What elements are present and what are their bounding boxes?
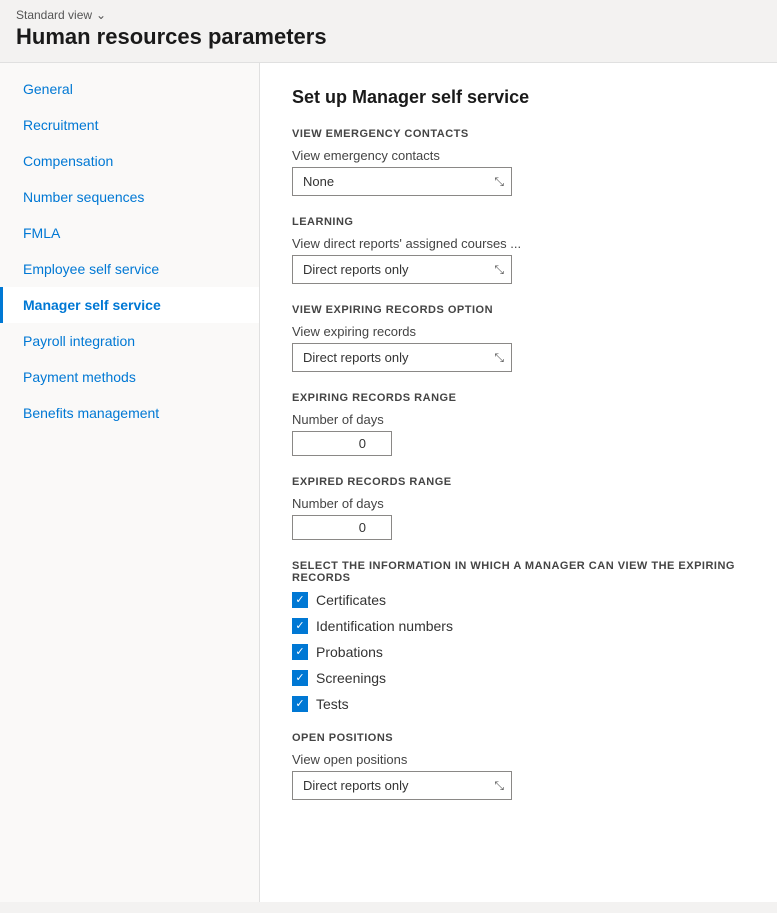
- learning-header: LEARNING: [292, 216, 745, 228]
- checkbox-item-identification-numbers[interactable]: ✓ Identification numbers: [292, 618, 745, 634]
- checkbox-item-certificates[interactable]: ✓ Certificates: [292, 592, 745, 608]
- checkmark-icon: ✓: [295, 673, 304, 684]
- expiring-range-group: EXPIRING RECORDS RANGE Number of days: [292, 392, 745, 456]
- emergency-contacts-dropdown-wrapper: None Direct reports only All ⤡: [292, 167, 512, 196]
- content-area: Set up Manager self service VIEW EMERGEN…: [260, 63, 777, 902]
- checkbox-label-probations: Probations: [316, 644, 383, 660]
- sidebar-item-general[interactable]: General: [0, 71, 259, 107]
- expired-range-input-wrapper: [292, 515, 392, 540]
- header: Standard view ⌄ Human resources paramete…: [0, 0, 777, 62]
- learning-group: LEARNING View direct reports' assigned c…: [292, 216, 745, 284]
- learning-dropdown-wrapper: None Direct reports only All ⤡: [292, 255, 512, 284]
- expired-range-header: EXPIRED RECORDS RANGE: [292, 476, 745, 488]
- sidebar-item-recruitment[interactable]: Recruitment: [0, 107, 259, 143]
- sidebar-item-payroll-integration[interactable]: Payroll integration: [0, 323, 259, 359]
- checkmark-icon: ✓: [295, 647, 304, 658]
- view-expiring-header: VIEW EXPIRING RECORDS OPTION: [292, 304, 745, 316]
- checkbox-box-tests: ✓: [292, 696, 308, 712]
- view-expiring-field-label: View expiring records: [292, 324, 745, 339]
- emergency-contacts-field-label: View emergency contacts: [292, 148, 745, 163]
- learning-field-label: View direct reports' assigned courses ..…: [292, 236, 745, 251]
- select-info-header: SELECT THE INFORMATION IN WHICH A MANAGE…: [292, 560, 745, 584]
- checkbox-item-probations[interactable]: ✓ Probations: [292, 644, 745, 660]
- view-expiring-dropdown-wrapper: None Direct reports only All ⤡: [292, 343, 512, 372]
- expired-range-field-label: Number of days: [292, 496, 745, 511]
- expiring-range-header: EXPIRING RECORDS RANGE: [292, 392, 745, 404]
- checkbox-item-tests[interactable]: ✓ Tests: [292, 696, 745, 712]
- sidebar: GeneralRecruitmentCompensationNumber seq…: [0, 63, 260, 902]
- expired-range-group: EXPIRED RECORDS RANGE Number of days: [292, 476, 745, 540]
- checkbox-box-screenings: ✓: [292, 670, 308, 686]
- open-positions-field-label: View open positions: [292, 752, 745, 767]
- expiring-range-input[interactable]: [301, 436, 381, 451]
- emergency-contacts-group: VIEW EMERGENCY CONTACTS View emergency c…: [292, 128, 745, 196]
- sidebar-item-fmla[interactable]: FMLA: [0, 215, 259, 251]
- sidebar-item-payment-methods[interactable]: Payment methods: [0, 359, 259, 395]
- section-title: Set up Manager self service: [292, 87, 745, 108]
- view-expiring-group: VIEW EXPIRING RECORDS OPTION View expiri…: [292, 304, 745, 372]
- checkbox-label-screenings: Screenings: [316, 670, 386, 686]
- standard-view-dropdown[interactable]: Standard view ⌄: [16, 8, 761, 22]
- checkbox-group: ✓ Certificates ✓ Identification numbers ✓ Pro…: [292, 592, 745, 712]
- checkmark-icon: ✓: [295, 699, 304, 710]
- open-positions-dropdown-wrapper: None Direct reports only All ⤡: [292, 771, 512, 800]
- emergency-contacts-header: VIEW EMERGENCY CONTACTS: [292, 128, 745, 140]
- checkbox-box-probations: ✓: [292, 644, 308, 660]
- expiring-range-input-wrapper: [292, 431, 392, 456]
- checkbox-box-identification-numbers: ✓: [292, 618, 308, 634]
- chevron-down-icon: ⌄: [96, 8, 106, 22]
- sidebar-item-manager-self-service[interactable]: Manager self service: [0, 287, 259, 323]
- learning-select[interactable]: None Direct reports only All: [292, 255, 512, 284]
- open-positions-header: OPEN POSITIONS: [292, 732, 745, 744]
- checkbox-label-tests: Tests: [316, 696, 349, 712]
- sidebar-item-number-sequences[interactable]: Number sequences: [0, 179, 259, 215]
- checkbox-item-screenings[interactable]: ✓ Screenings: [292, 670, 745, 686]
- checkbox-label-certificates: Certificates: [316, 592, 386, 608]
- emergency-contacts-select[interactable]: None Direct reports only All: [292, 167, 512, 196]
- view-expiring-select[interactable]: None Direct reports only All: [292, 343, 512, 372]
- open-positions-group: OPEN POSITIONS View open positions None …: [292, 732, 745, 800]
- sidebar-item-employee-self-service[interactable]: Employee self service: [0, 251, 259, 287]
- checkmark-icon: ✓: [295, 595, 304, 606]
- page-title: Human resources parameters: [16, 22, 761, 58]
- checkbox-label-identification-numbers: Identification numbers: [316, 618, 453, 634]
- checkbox-box-certificates: ✓: [292, 592, 308, 608]
- open-positions-select[interactable]: None Direct reports only All: [292, 771, 512, 800]
- expired-range-input[interactable]: [301, 520, 381, 535]
- standard-view-label: Standard view: [16, 8, 92, 22]
- main-layout: GeneralRecruitmentCompensationNumber seq…: [0, 62, 777, 902]
- sidebar-item-compensation[interactable]: Compensation: [0, 143, 259, 179]
- select-info-group: SELECT THE INFORMATION IN WHICH A MANAGE…: [292, 560, 745, 712]
- sidebar-item-benefits-management[interactable]: Benefits management: [0, 395, 259, 431]
- checkmark-icon: ✓: [295, 621, 304, 632]
- expiring-range-field-label: Number of days: [292, 412, 745, 427]
